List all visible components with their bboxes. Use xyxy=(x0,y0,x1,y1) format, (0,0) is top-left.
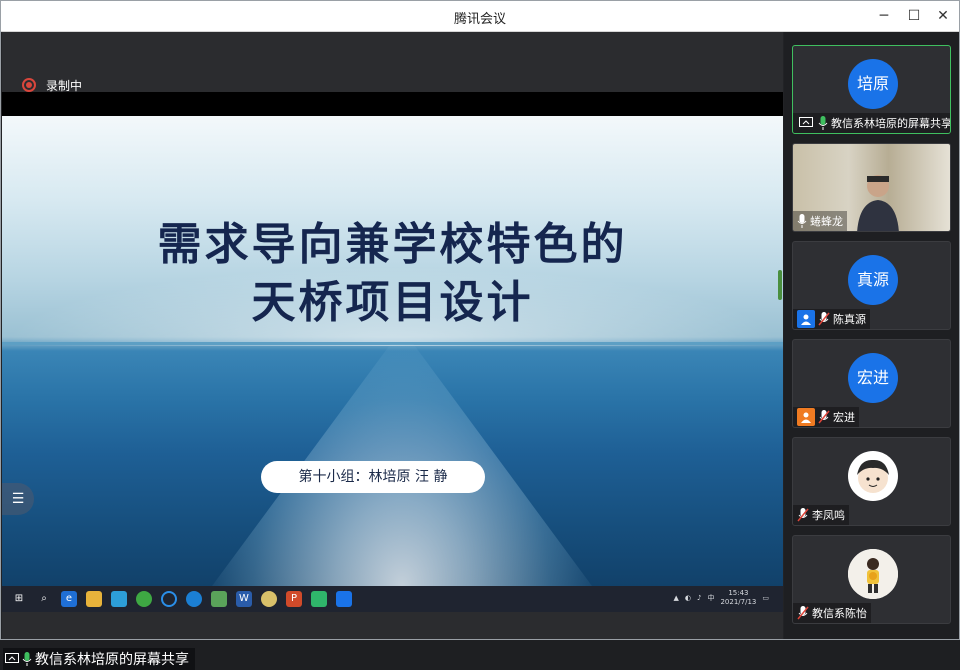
participant-tile[interactable]: 李凤鸣 xyxy=(792,437,951,526)
taskbar-clock[interactable]: 15:43 2021/7/13 xyxy=(720,589,756,607)
participant-tile[interactable]: 教信系陈怡 xyxy=(792,535,951,624)
record-icon xyxy=(22,78,36,92)
participant-tile[interactable]: 宏进 宏进 xyxy=(792,339,951,428)
volume-icon[interactable]: ♪ xyxy=(697,594,701,602)
participant-avatar: 培原 xyxy=(848,59,898,109)
maximize-button[interactable]: ☐ xyxy=(902,5,926,27)
microphone-muted-icon xyxy=(818,410,830,424)
edge-icon[interactable] xyxy=(186,591,202,607)
title-bar: 腾讯会议 ─ ☐ ✕ xyxy=(1,1,959,32)
toolbar-expand-handle[interactable]: ☰ xyxy=(2,483,34,515)
close-button[interactable]: ✕ xyxy=(931,5,955,27)
share-label-text: 教信系林培原的屏幕共享 xyxy=(35,652,189,668)
search-icon[interactable]: ⌕ xyxy=(36,591,52,607)
microphone-icon xyxy=(818,116,828,130)
system-tray: ▲ ◐ ♪ 中 15:43 2021/7/13 ▭ xyxy=(674,589,770,607)
slide-subtitle: 第十小组：林培原 汪 静 xyxy=(261,461,485,493)
list-icon: ☰ xyxy=(11,491,25,507)
participant-name: 教信系陈怡 xyxy=(812,607,867,620)
network-icon[interactable]: ◐ xyxy=(685,594,691,602)
shared-screen-area: 录制中 需求导向兼学校特色的 天桥项目设计 第十小组：林培原 汪 静 ☰ ⊞ ⌕… xyxy=(2,32,783,670)
file-explorer-icon[interactable] xyxy=(86,591,102,607)
app-icon[interactable] xyxy=(211,591,227,607)
powerpoint-icon[interactable]: P xyxy=(286,591,302,607)
participant-name: 陈真源 xyxy=(833,313,866,326)
clock-time: 15:43 xyxy=(728,589,749,597)
ime-icon[interactable]: 中 xyxy=(707,593,714,603)
panel-resize-handle[interactable] xyxy=(778,270,782,300)
participant-name: 宏进 xyxy=(833,411,855,424)
clock-date: 2021/7/13 xyxy=(720,598,757,606)
participant-avatar xyxy=(848,549,898,599)
microphone-icon xyxy=(22,652,32,666)
app-window: 腾讯会议 ─ ☐ ✕ 录制中 需求导向兼学校特色的 天桥项目设计 第十小组：林培… xyxy=(0,0,960,670)
word-icon[interactable]: W xyxy=(236,591,252,607)
screen-share-icon xyxy=(5,653,19,663)
ie-browser-icon[interactable]: e xyxy=(61,591,77,607)
participants-panel: 培原 教信系林培原的屏幕共享 蜷蜂龙 真源 陈真源 宏进 宏进 李凤鸣 教信系陈… xyxy=(784,32,959,639)
participant-namebar: 教信系陈怡 xyxy=(793,603,871,623)
chrome-icon[interactable] xyxy=(136,591,152,607)
participant-namebar: 蜷蜂龙 xyxy=(793,211,847,231)
participant-tile[interactable]: 培原 教信系林培原的屏幕共享 xyxy=(792,45,951,134)
participant-tile[interactable]: 真源 陈真源 xyxy=(792,241,951,330)
app-icon-2[interactable] xyxy=(261,591,277,607)
recording-label: 录制中 xyxy=(46,78,83,93)
participant-tile[interactable]: 蜷蜂龙 xyxy=(792,143,951,232)
user-icon xyxy=(797,408,815,426)
participant-name: 教信系林培原的屏幕共享 xyxy=(831,117,951,130)
cartoon-face-icon xyxy=(857,459,889,493)
participant-namebar: 教信系林培原的屏幕共享 xyxy=(793,113,951,133)
slide-title-line2: 天桥项目设计 xyxy=(251,277,534,328)
windows-start-icon[interactable]: ⊞ xyxy=(11,591,27,607)
chevron-up-icon[interactable]: ▲ xyxy=(674,594,679,602)
minimize-button[interactable]: ─ xyxy=(872,5,896,27)
presentation-slide: 需求导向兼学校特色的 天桥项目设计 第十小组：林培原 汪 静 xyxy=(2,116,783,586)
person-video-icon xyxy=(857,175,899,231)
participant-namebar: 陈真源 xyxy=(793,309,870,329)
microphone-muted-icon xyxy=(797,508,809,522)
child-photo-icon xyxy=(848,549,898,599)
participant-namebar: 李凤鸣 xyxy=(793,505,849,525)
notification-icon[interactable]: ▭ xyxy=(762,594,769,602)
participant-name: 李凤鸣 xyxy=(812,509,845,522)
windows-taskbar: ⊞ ⌕ e W P ▲ ◐ ♪ 中 15:43 2021/7/13 ▭ xyxy=(2,586,783,612)
screen-share-icon xyxy=(797,114,815,132)
participant-namebar: 宏进 xyxy=(793,407,859,427)
tencent-meeting-icon[interactable] xyxy=(336,591,352,607)
participant-avatar: 真源 xyxy=(848,255,898,305)
participant-name: 蜷蜂龙 xyxy=(810,215,843,228)
participant-avatar xyxy=(848,451,898,501)
drive-app-icon[interactable] xyxy=(111,591,127,607)
participant-avatar: 宏进 xyxy=(848,353,898,403)
slide-letterbox xyxy=(2,92,783,116)
cortana-icon[interactable] xyxy=(161,591,177,607)
screen-share-label: 教信系林培原的屏幕共享 xyxy=(3,648,195,670)
microphone-muted-icon xyxy=(797,606,809,620)
messaging-icon[interactable] xyxy=(311,591,327,607)
window-title: 腾讯会议 xyxy=(453,12,506,27)
user-icon xyxy=(797,310,815,328)
microphone-muted-icon xyxy=(818,312,830,326)
slide-title-line1: 需求导向兼学校特色的 xyxy=(157,219,628,270)
microphone-icon xyxy=(797,214,807,228)
